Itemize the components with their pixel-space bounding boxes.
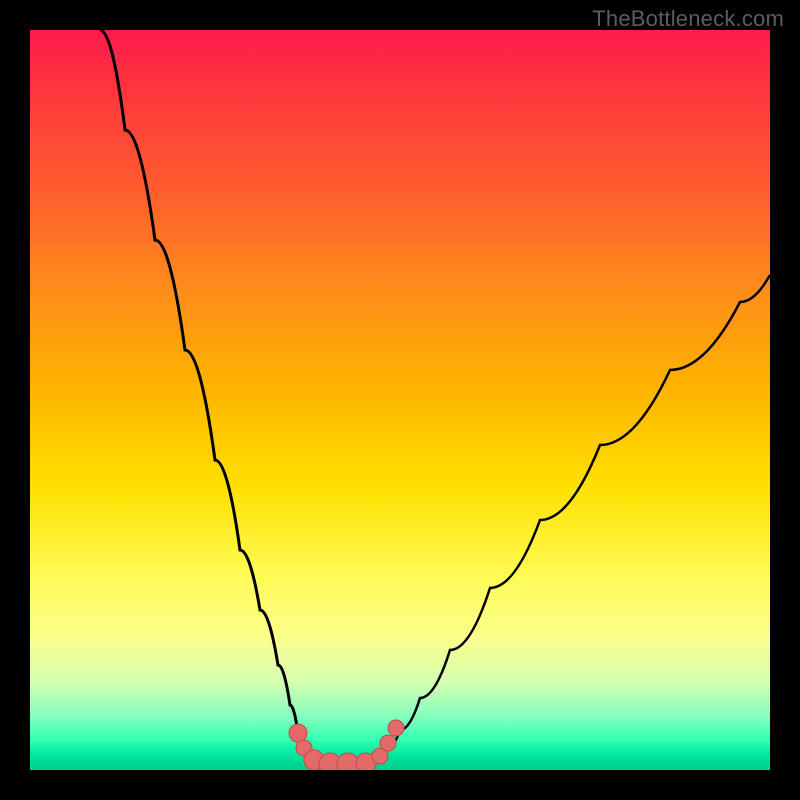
data-marker	[289, 724, 307, 742]
curve-layer	[30, 30, 770, 770]
watermark-text: TheBottleneck.com	[592, 6, 784, 32]
data-markers	[289, 720, 404, 770]
plot-area	[30, 30, 770, 770]
data-marker	[380, 735, 396, 751]
chart-stage: TheBottleneck.com	[0, 0, 800, 800]
curve-left-branch	[100, 30, 312, 761]
curve-right-branch	[378, 275, 770, 761]
data-marker	[388, 720, 404, 736]
